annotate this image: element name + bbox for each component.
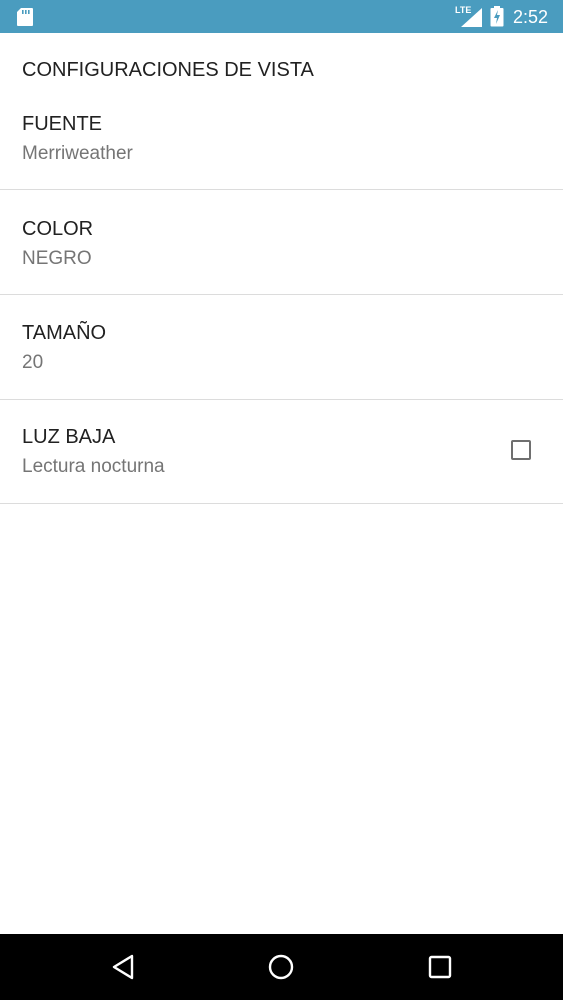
back-icon[interactable]: [108, 951, 140, 983]
navigation-bar: [0, 934, 563, 1000]
setting-font-title: FUENTE: [22, 113, 102, 135]
setting-font[interactable]: FUENTE Merriweather: [0, 86, 563, 190]
setting-size-value: 20: [22, 352, 44, 373]
setting-color-value: NEGRO: [22, 248, 92, 269]
lte-signal-icon: LTE: [455, 6, 483, 27]
sd-card-icon: [17, 8, 33, 26]
recents-icon[interactable]: [424, 951, 456, 983]
setting-low-light[interactable]: LUZ BAJA Lectura nocturna: [0, 400, 563, 504]
setting-low-light-title: LUZ BAJA: [22, 426, 116, 448]
home-icon[interactable]: [265, 951, 297, 983]
setting-size[interactable]: TAMAÑO 20: [0, 296, 563, 400]
battery-charging-icon: [490, 6, 504, 27]
setting-low-light-summary: Lectura nocturna: [22, 456, 165, 477]
status-bar: LTE 2:52: [0, 0, 563, 33]
setting-color-title: COLOR: [22, 218, 94, 240]
settings-screen: LTE 2:52 CONFIGURACIONES DE VISTA FUENTE…: [0, 0, 563, 1000]
setting-size-title: TAMAÑO: [22, 322, 107, 344]
low-light-checkbox[interactable]: [511, 440, 531, 460]
status-clock: 2:52: [513, 7, 549, 27]
setting-font-value: Merriweather: [22, 143, 133, 164]
section-title: CONFIGURACIONES DE VISTA: [22, 59, 314, 81]
setting-color[interactable]: COLOR NEGRO: [0, 191, 563, 295]
